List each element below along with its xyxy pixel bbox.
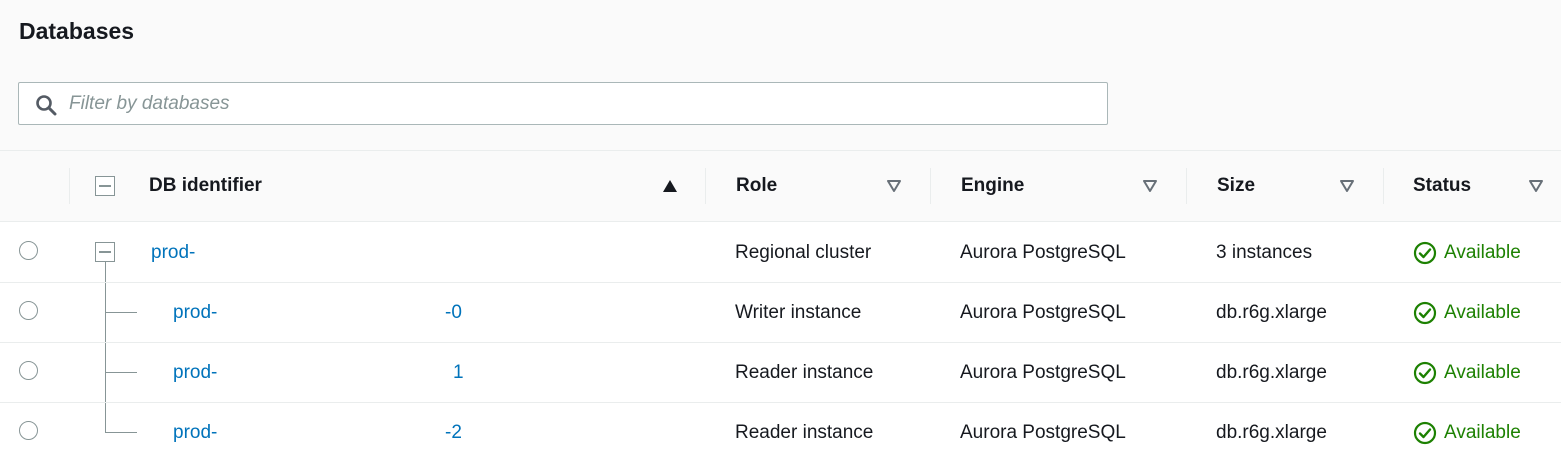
status-badge: Available <box>1413 301 1521 325</box>
db-identifier-link[interactable]: prod- <box>173 301 217 325</box>
page-title: Databases <box>19 18 135 44</box>
engine-cell: Aurora PostgreSQL <box>960 302 1126 323</box>
db-identifier-suffix[interactable]: 1 <box>453 361 464 385</box>
column-header-engine[interactable]: Engine <box>961 174 1024 198</box>
status-badge: Available <box>1413 361 1521 385</box>
tree-connector <box>105 372 137 373</box>
status-text: Available <box>1444 422 1521 443</box>
caret-down-outline-icon[interactable] <box>886 179 902 193</box>
row-select-radio[interactable] <box>19 421 38 440</box>
status-text: Available <box>1444 242 1521 263</box>
size-cell: db.r6g.xlarge <box>1216 362 1327 383</box>
tree-connector <box>105 262 106 433</box>
db-identifier-link[interactable]: prod- <box>173 421 217 445</box>
status-text: Available <box>1444 362 1521 383</box>
search-input[interactable] <box>69 83 1089 124</box>
panel-header <box>0 0 1561 151</box>
search-box[interactable] <box>18 82 1108 125</box>
role-cell: Reader instance <box>735 422 874 443</box>
status-badge: Available <box>1413 241 1521 265</box>
caret-down-outline-icon[interactable] <box>1142 179 1158 193</box>
column-separator <box>69 168 70 204</box>
role-cell: Writer instance <box>735 302 862 323</box>
check-circle-icon <box>1413 361 1437 385</box>
check-circle-icon <box>1413 421 1437 445</box>
caret-up-icon[interactable] <box>662 179 678 193</box>
size-cell: db.r6g.xlarge <box>1216 302 1327 323</box>
caret-down-outline-icon[interactable] <box>1528 179 1544 193</box>
column-separator <box>1383 168 1384 204</box>
tree-connector <box>105 432 137 433</box>
size-cell: 3 instances <box>1216 242 1313 263</box>
check-circle-icon <box>1413 301 1437 325</box>
row-select-radio[interactable] <box>19 361 38 380</box>
db-identifier-link[interactable]: prod- <box>173 361 217 385</box>
role-cell: Regional cluster <box>735 242 872 263</box>
tree-connector <box>105 312 137 313</box>
engine-cell: Aurora PostgreSQL <box>960 362 1126 383</box>
collapse-cluster-icon[interactable] <box>95 242 115 262</box>
row-divider <box>0 282 1561 283</box>
column-header-db-identifier[interactable]: DB identifier <box>149 174 262 198</box>
row-select-radio[interactable] <box>19 301 38 320</box>
db-identifier-link[interactable]: prod- <box>151 241 195 265</box>
caret-down-outline-icon[interactable] <box>1339 179 1355 193</box>
column-header-role[interactable]: Role <box>736 174 777 198</box>
column-separator <box>930 168 931 204</box>
engine-cell: Aurora PostgreSQL <box>960 422 1126 443</box>
databases-panel: Databases DB identifier Role Engine Size… <box>0 0 1561 454</box>
role-cell: Reader instance <box>735 362 874 383</box>
db-identifier-suffix[interactable]: -0 <box>445 301 462 325</box>
column-header-size[interactable]: Size <box>1217 174 1255 198</box>
search-icon <box>36 95 57 116</box>
engine-cell: Aurora PostgreSQL <box>960 242 1126 263</box>
size-cell: db.r6g.xlarge <box>1216 422 1327 443</box>
row-divider <box>0 342 1561 343</box>
row-divider <box>0 402 1561 403</box>
collapse-all-icon[interactable] <box>95 176 115 196</box>
status-text: Available <box>1444 302 1521 323</box>
status-badge: Available <box>1413 421 1521 445</box>
column-separator <box>1186 168 1187 204</box>
row-select-radio[interactable] <box>19 241 38 260</box>
column-separator <box>705 168 706 204</box>
check-circle-icon <box>1413 241 1437 265</box>
db-identifier-suffix[interactable]: -2 <box>445 421 462 445</box>
column-header-status[interactable]: Status <box>1413 174 1471 198</box>
